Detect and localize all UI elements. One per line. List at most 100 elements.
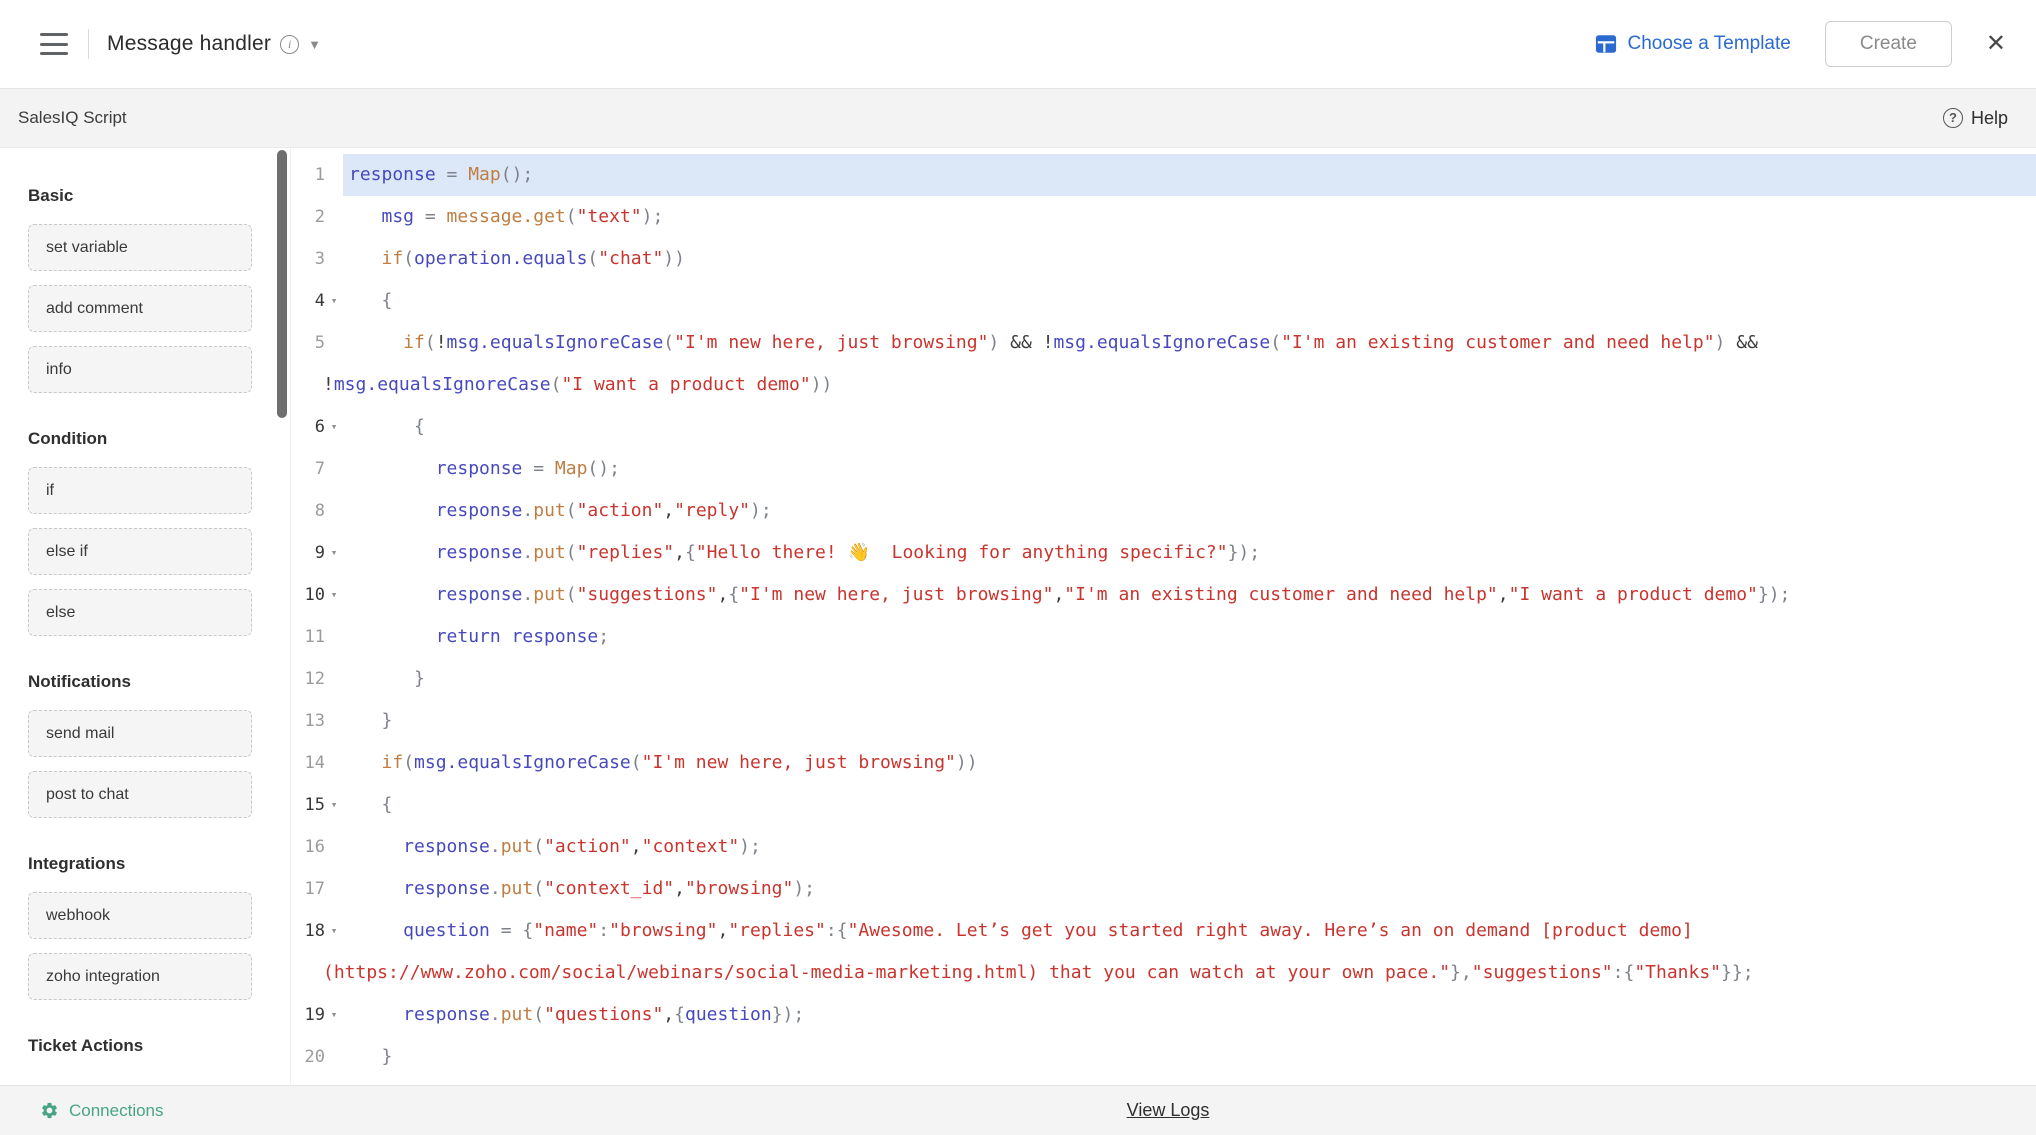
line-number: 16	[291, 826, 325, 868]
block-palette-sidebar: Basic set variable add comment info Conditio…	[0, 148, 290, 1085]
help-link[interactable]: ? Help	[1943, 108, 2008, 129]
code-line[interactable]: 11 return response;	[291, 616, 2036, 658]
fold-arrow-icon[interactable]: ▾	[325, 994, 343, 1036]
code-text: response.put("context_id","browsing");	[343, 868, 2036, 910]
line-gutter: 17	[291, 868, 343, 910]
line-gutter: 15▾	[291, 784, 343, 826]
sidebar-section-title: Integrations	[28, 854, 290, 876]
sidebar-item-else[interactable]: else	[28, 589, 252, 636]
choose-template-label: Choose a Template	[1627, 33, 1790, 55]
sidebar-item-else-if[interactable]: else if	[28, 528, 252, 575]
code-text: response.put("action","reply");	[343, 490, 2036, 532]
code-text: }	[343, 1036, 2036, 1078]
code-line[interactable]: 10▾response.put("suggestions",{"I'm new …	[291, 574, 2036, 616]
sidebar-item-post-to-chat[interactable]: post to chat	[28, 771, 252, 818]
code-line[interactable]: 13}	[291, 700, 2036, 742]
connections-label: Connections	[69, 1101, 164, 1121]
line-number: 15	[291, 784, 325, 826]
sidebar-item-webhook[interactable]: webhook	[28, 892, 252, 939]
sidebar-section-title: Basic	[28, 186, 290, 208]
code-line[interactable]: 6▾{	[291, 406, 2036, 448]
hamburger-menu-icon[interactable]	[40, 33, 70, 55]
sidebar-item-set-variable[interactable]: set variable	[28, 224, 252, 271]
code-text: {	[343, 784, 2036, 826]
line-gutter: 13	[291, 700, 343, 742]
line-gutter: 12	[291, 658, 343, 700]
code-line[interactable]: 5 if(!msg.equalsIgnoreCase("I'm new here,…	[291, 322, 2036, 364]
line-gutter: 6▾	[291, 406, 343, 448]
line-gutter: 5	[291, 322, 343, 364]
sidebar-item-zoho-integration[interactable]: zoho integration	[28, 953, 252, 1000]
code-line[interactable]: 12}	[291, 658, 2036, 700]
line-gutter: 18▾	[291, 910, 343, 952]
code-line[interactable]: 19▾response.put("questions",{question});	[291, 994, 2036, 1036]
code-text: {	[343, 406, 2036, 448]
create-button[interactable]: Create	[1825, 21, 1952, 67]
gear-icon	[40, 1101, 59, 1120]
connections-button[interactable]: Connections	[40, 1086, 164, 1135]
code-line[interactable]: 7response = Map();	[291, 448, 2036, 490]
sidebar-scrollbar-thumb[interactable]	[277, 150, 287, 418]
code-text: {	[343, 280, 2036, 322]
code-text: return response;	[343, 616, 2036, 658]
code-line[interactable]: 16response.put("action","context");	[291, 826, 2036, 868]
fold-arrow-icon[interactable]: ▾	[325, 910, 343, 952]
line-gutter: 4▾	[291, 280, 343, 322]
fold-arrow-icon[interactable]: ▾	[325, 784, 343, 826]
line-gutter: 7	[291, 448, 343, 490]
code-text: response = Map();	[343, 448, 2036, 490]
code-line[interactable]: 3if(operation.equals("chat"))	[291, 238, 2036, 280]
line-gutter: 8	[291, 490, 343, 532]
code-line[interactable]: (https://www.zoho.com/social/webinars/so…	[291, 952, 2036, 994]
code-text: question = {"name":"browsing","replies":…	[343, 910, 2036, 952]
code-text: if(operation.equals("chat"))	[343, 238, 2036, 280]
fold-arrow-icon[interactable]: ▾	[325, 574, 343, 616]
sidebar-section-title: Condition	[28, 429, 290, 451]
code-line[interactable]: 20}	[291, 1036, 2036, 1078]
choose-template-link[interactable]: Choose a Template	[1595, 33, 1790, 55]
line-number: 11	[291, 616, 325, 658]
code-text: if(msg.equalsIgnoreCase("I'm new here, j…	[343, 742, 2036, 784]
code-text: response.put("questions",{question});	[343, 994, 2036, 1036]
divider	[88, 29, 89, 59]
help-icon: ?	[1943, 108, 1963, 128]
line-gutter: 2	[291, 196, 343, 238]
line-gutter: 11	[291, 616, 343, 658]
sidebar-item-info[interactable]: info	[28, 346, 252, 393]
sidebar-item-add-comment[interactable]: add comment	[28, 285, 252, 332]
sidebar-item-if[interactable]: if	[28, 467, 252, 514]
sidebar-section-title: Notifications	[28, 672, 290, 694]
fold-arrow-icon[interactable]: ▾	[325, 280, 343, 322]
code-text: if(!msg.equalsIgnoreCase("I'm new here, …	[343, 322, 2036, 364]
line-number: 2	[291, 196, 325, 238]
view-logs-link[interactable]: View Logs	[1127, 1086, 1210, 1135]
page-title: Message handler	[107, 32, 271, 56]
fold-arrow-icon[interactable]: ▾	[325, 532, 343, 574]
close-icon[interactable]: ✕	[1986, 32, 2006, 56]
code-line[interactable]: !msg.equalsIgnoreCase("I want a product …	[291, 364, 2036, 406]
code-line[interactable]: 2msg = message.get("text");	[291, 196, 2036, 238]
code-line[interactable]: 18▾question = {"name":"browsing","replie…	[291, 910, 2036, 952]
footer-bar: Connections View Logs	[0, 1085, 2036, 1135]
code-text: response.put("replies",{"Hello there! 👋 …	[343, 532, 2036, 574]
sidebar-item-send-mail[interactable]: send mail	[28, 710, 252, 757]
code-line[interactable]: 8 response.put("action","reply");	[291, 490, 2036, 532]
info-icon[interactable]: i	[280, 35, 299, 54]
code-editor[interactable]: 1response = Map();2msg = message.get("te…	[290, 148, 2036, 1085]
line-gutter: 10▾	[291, 574, 343, 616]
code-text: (https://www.zoho.com/social/webinars/so…	[317, 952, 2036, 994]
line-number: 8	[291, 490, 325, 532]
chevron-down-icon[interactable]: ▼	[308, 37, 321, 52]
code-line[interactable]: 4▾{	[291, 280, 2036, 322]
code-line[interactable]: 1response = Map();	[291, 154, 2036, 196]
line-gutter: 3	[291, 238, 343, 280]
code-line[interactable]: 9▾response.put("replies",{"Hello there! …	[291, 532, 2036, 574]
fold-arrow-icon[interactable]: ▾	[325, 406, 343, 448]
code-line[interactable]: 17response.put("context_id","browsing");	[291, 868, 2036, 910]
sidebar-sections: Basic set variable add comment info Conditio…	[28, 186, 290, 1058]
line-number: 5	[291, 322, 325, 364]
code-line[interactable]: 14if(msg.equalsIgnoreCase("I'm new here,…	[291, 742, 2036, 784]
code-line[interactable]: 15▾{	[291, 784, 2036, 826]
line-number: 20	[291, 1036, 325, 1078]
line-gutter: 16	[291, 826, 343, 868]
